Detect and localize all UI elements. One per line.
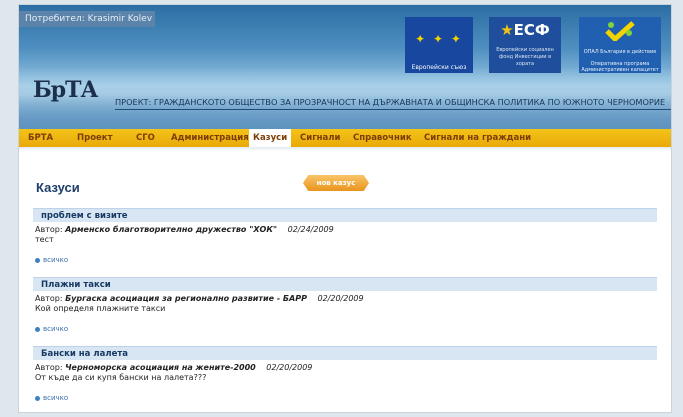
nav-item-brta[interactable]: БРТА [28,129,53,147]
page-title: Казуси [36,180,80,195]
case-text: Кой определя плажните такси [35,304,166,313]
case-item: Плажни такси Автор: Бургаска асоциация з… [33,277,657,333]
nav-item-citizen-signals[interactable]: Сигнали на граждани [424,129,531,147]
case-title[interactable]: Плажни такси [33,277,657,291]
project-title: ПРОЕКТ: ГРАЖДАНСКОТО ОБЩЕСТВО ЗА ПРОЗРАЧ… [115,97,666,107]
case-date: 02/20/2009 [317,294,364,303]
eu-stars-icon: ✦ ✦ ✦ [415,32,463,46]
star-icon: ★ [500,21,514,39]
all-link[interactable]: всичко [43,256,68,264]
nav-item-administration[interactable]: Администрация [171,129,249,147]
case-item: Бански на лалета Автор: Черноморска асоц… [33,346,657,402]
case-date: 02/24/2009 [287,225,334,234]
esf-mark: ЕСФ [513,21,550,39]
case-text: тест [35,235,54,244]
nav-item-project[interactable]: Проект [77,129,113,147]
case-item: проблем с визите Автор: Арменско благотв… [33,208,657,264]
esf-text: Европейски социален фонд Инвестиции в хо… [496,47,554,67]
author-label: Автор: [35,363,63,372]
case-author[interactable]: Арменско благотворително дружество "ХОК" [65,225,277,234]
bullet-icon [35,395,40,401]
brta-logo[interactable]: БрТА [33,77,98,103]
bullet-icon [35,326,40,332]
case-title[interactable]: Бански на лалета [33,346,657,360]
author-label: Автор: [35,294,63,303]
header-divider [115,109,671,110]
new-case-button[interactable]: нов казус [303,175,369,191]
eu-flag-logo: ✦ ✦ ✦ Европейски съюз [405,17,473,73]
case-author[interactable]: Бургаска асоциация за регионално развити… [65,294,307,303]
op-text1: ОПАЛ България в действие [583,49,657,55]
nav-item-signals[interactable]: Сигнали [300,129,340,147]
site-header: Потребител: Krasimir Kolev ✦ ✦ ✦ Европей… [19,5,671,129]
user-label: Потребител: Krasimir Kolev [19,11,155,27]
bullet-icon [35,257,40,263]
case-title[interactable]: проблем с визите [33,208,657,222]
nav-item-directory[interactable]: Справочник [353,129,412,147]
op-text2: Оперативна програма Административен капа… [581,61,659,73]
all-link[interactable]: всичко [43,325,68,333]
eu-caption: Европейски съюз [411,64,467,71]
case-text: От къде да си купя бански на лалета??? [35,373,207,382]
op-logo: ОПАЛ България в действие Оперативна прог… [579,17,661,73]
main-nav: БРТА Проект СГО Администрация Казуси Сиг… [19,129,671,147]
all-link[interactable]: всичко [43,394,68,402]
nav-item-cases[interactable]: Казуси [249,129,292,147]
case-date: 02/20/2009 [266,363,313,372]
nav-item-sgo[interactable]: СГО [136,129,155,147]
main-content: Казуси нов казус проблем с визите Автор:… [19,147,671,412]
case-author[interactable]: Черноморска асоциация на жените-2000 [65,363,256,372]
esf-logo: ★ЕСФ Европейски социален фонд Инвестиции… [489,17,561,73]
op-logo-icon [605,21,635,41]
browser-frame: Потребител: Krasimir Kolev ✦ ✦ ✦ Европей… [19,5,671,412]
author-label: Автор: [35,225,63,234]
